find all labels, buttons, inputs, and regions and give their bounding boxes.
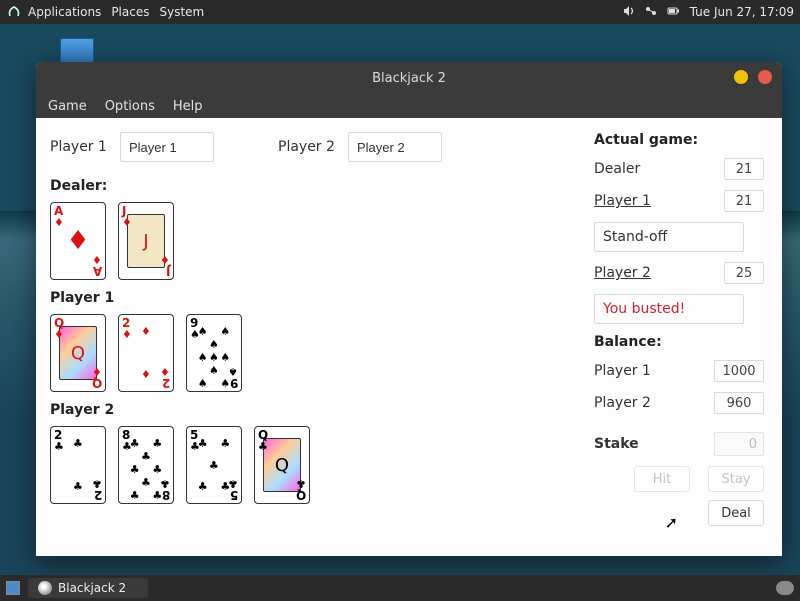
game-dealer-label: Dealer (594, 161, 640, 177)
menu-options[interactable]: Options (105, 99, 155, 114)
network-icon[interactable] (644, 4, 658, 21)
game-dealer-value: 21 (724, 158, 764, 180)
titlebar[interactable]: Blackjack 2 (36, 62, 782, 94)
actual-game-title: Actual game: (594, 132, 764, 148)
menu-game[interactable]: Game (48, 99, 87, 114)
deal-button[interactable]: Deal (708, 500, 764, 526)
playing-card: 5♣5♣♣♣♣♣♣ (186, 426, 242, 504)
taskbar-app-button[interactable]: Blackjack 2 (28, 578, 148, 598)
window-minimize-button[interactable] (734, 70, 748, 84)
stay-button[interactable]: Stay (708, 466, 764, 492)
show-desktop-button[interactable] (6, 581, 20, 595)
app-window: Blackjack 2 Game Options Help Player 1 P… (36, 62, 782, 556)
left-column: Player 1 Player 2 Dealer: A♦A♦♦J♦J♦J Pla… (50, 132, 580, 542)
playing-card: 8♣8♣♣♣♣♣♣♣♣♣ (118, 426, 174, 504)
game-player1-value: 21 (724, 190, 764, 212)
system-menu-places[interactable]: Places (111, 5, 149, 19)
app-icon (38, 581, 52, 595)
taskbar-app-label: Blackjack 2 (58, 581, 126, 595)
balance-player2-value: 960 (714, 392, 764, 414)
app-menubar: Game Options Help (36, 94, 782, 118)
right-column: Actual game: Dealer 21 Player 1 21 Stand… (594, 132, 764, 542)
balance-player1-value: 1000 (714, 360, 764, 382)
player1-hand: Q♦Q♦Q2♦2♦♦♦9♠9♠♠♠♠♠♠♠♠♠♠ (50, 314, 580, 392)
menu-help[interactable]: Help (173, 99, 203, 114)
battery-icon[interactable] (666, 4, 680, 21)
volume-icon[interactable] (622, 4, 636, 21)
system-menu-system[interactable]: System (159, 5, 204, 19)
window-title: Blackjack 2 (372, 71, 446, 86)
game-player1-status: Stand-off (594, 222, 744, 252)
game-player2-value: 25 (724, 262, 764, 284)
player1-name-input[interactable] (120, 132, 214, 162)
game-player2-label[interactable]: Player 2 (594, 265, 651, 281)
player2-name-label: Player 2 (278, 139, 340, 155)
system-clock[interactable]: Tue Jun 27, 17:09 (690, 5, 794, 19)
balance-title: Balance: (594, 334, 764, 350)
dealer-hand: A♦A♦♦J♦J♦J (50, 202, 580, 280)
player2-name-input[interactable] (348, 132, 442, 162)
playing-card: Q♦Q♦Q (50, 314, 106, 392)
player1-name-label: Player 1 (50, 139, 112, 155)
balance-player1-label: Player 1 (594, 363, 651, 379)
window-close-button[interactable] (758, 70, 772, 84)
stake-value[interactable]: 0 (714, 432, 764, 456)
system-taskbar: Blackjack 2 (0, 575, 800, 601)
player1-section-label: Player 1 (50, 290, 580, 306)
playing-card: 9♠9♠♠♠♠♠♠♠♠♠♠ (186, 314, 242, 392)
playing-card: A♦A♦♦ (50, 202, 106, 280)
system-menu-applications[interactable]: Applications (28, 5, 101, 19)
player2-section-label: Player 2 (50, 402, 580, 418)
balance-player2-label: Player 2 (594, 395, 651, 411)
distro-logo-icon[interactable] (6, 4, 22, 20)
playing-card: 2♦2♦♦♦ (118, 314, 174, 392)
playing-card: Q♣Q♣Q (254, 426, 310, 504)
stake-label: Stake (594, 436, 639, 452)
playing-card: J♦J♦J (118, 202, 174, 280)
playing-card: 2♣2♣♣♣ (50, 426, 106, 504)
player2-hand: 2♣2♣♣♣8♣8♣♣♣♣♣♣♣♣♣5♣5♣♣♣♣♣♣Q♣Q♣Q (50, 426, 580, 504)
game-player1-label[interactable]: Player 1 (594, 193, 651, 209)
game-player2-status: You busted! (594, 294, 744, 324)
dealer-section-label: Dealer: (50, 178, 580, 194)
tray-icon[interactable] (776, 581, 794, 595)
hit-button[interactable]: Hit (634, 466, 690, 492)
system-top-panel: Applications Places System Tue Jun 27, 1… (0, 0, 800, 24)
